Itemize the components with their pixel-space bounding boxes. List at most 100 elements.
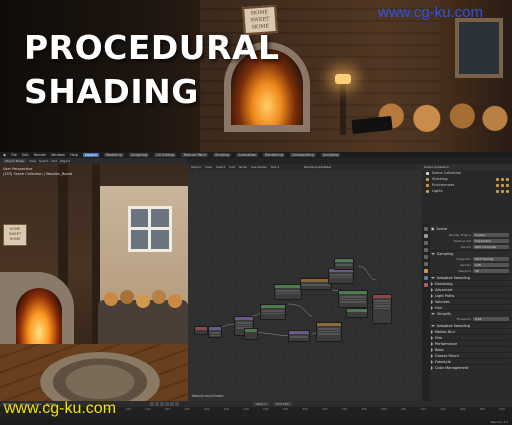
section-label: Advanced xyxy=(435,287,453,292)
section-label: Hair xyxy=(435,305,443,310)
section-label: Adaptive Sampling xyxy=(437,323,470,328)
tab-uv-editing[interactable]: UV Editing xyxy=(154,153,177,157)
world-tab-icon[interactable] xyxy=(424,262,428,266)
viewport-menu-view[interactable]: View xyxy=(29,159,36,163)
expand-triangle-icon xyxy=(431,252,435,255)
step-forward-icon[interactable] xyxy=(169,402,174,406)
blender-logo-icon[interactable]: ◉ xyxy=(3,153,6,157)
timeline-tick-label: 480 xyxy=(479,407,486,411)
shader-node[interactable] xyxy=(260,304,286,320)
material-tab-icon[interactable] xyxy=(424,283,428,287)
jump-end-icon[interactable] xyxy=(174,402,179,406)
field-label: Threshold xyxy=(456,317,471,321)
properties-tab-strip xyxy=(422,224,430,401)
feature-set-dropdown[interactable]: Supported xyxy=(473,239,509,243)
tab-scripting[interactable]: Scripting xyxy=(320,153,341,157)
properties-panel: ▣ Scene Render Engine Cycles Feature Set… xyxy=(422,224,512,401)
menu-help[interactable]: Help xyxy=(70,153,78,157)
step-back-icon[interactable] xyxy=(154,402,159,406)
node-header xyxy=(245,329,257,332)
field-value: 1 xyxy=(264,402,267,406)
shader-node[interactable] xyxy=(328,268,354,284)
timeline-tick-label: 120 xyxy=(125,407,131,411)
playback-controls xyxy=(149,402,179,406)
tab-animation[interactable]: Animation xyxy=(236,153,259,157)
status-bar: Blender 3.0 xyxy=(0,419,512,425)
shader-node[interactable] xyxy=(316,322,342,342)
outliner-row[interactable]: Lights xyxy=(422,188,512,194)
field-label: Device xyxy=(460,245,471,249)
hero-title-line2: SHADING xyxy=(24,72,199,111)
collapse-triangle-icon xyxy=(431,341,433,346)
shader-node[interactable] xyxy=(288,330,310,342)
timeline-tick-label: 440 xyxy=(440,407,446,411)
output-tab-icon[interactable] xyxy=(424,241,428,245)
device-dropdown[interactable]: GPU Compute xyxy=(473,245,509,249)
menu-render[interactable]: Render xyxy=(34,153,46,157)
render-engine-dropdown[interactable]: Cycles xyxy=(473,233,509,237)
window-render xyxy=(128,206,172,252)
viewport-menu-add[interactable]: Add xyxy=(51,159,57,163)
threshold-field[interactable]: 0.01 xyxy=(473,317,509,321)
section-label: Light Paths xyxy=(435,293,455,298)
pillow-render xyxy=(152,290,166,304)
tab-shading[interactable]: Shading xyxy=(213,153,232,157)
end-frame-field[interactable]: End 250 xyxy=(273,402,292,406)
tab-rendering[interactable]: Rendering xyxy=(263,153,285,157)
tab-texture-paint[interactable]: Texture Paint xyxy=(181,153,208,157)
play-reverse-icon[interactable] xyxy=(159,402,164,406)
field-label: Render Engine xyxy=(449,233,471,237)
object-tab-icon[interactable] xyxy=(424,269,428,273)
visibility-icons[interactable] xyxy=(496,183,509,187)
viewport-menu-select[interactable]: Select xyxy=(39,159,48,163)
collapse-triangle-icon xyxy=(431,305,433,310)
camera-icon: ▣ xyxy=(431,227,435,231)
object-mode-dropdown[interactable]: Object Mode xyxy=(3,159,26,163)
render-tab-icon[interactable] xyxy=(424,234,428,238)
tab-compositing[interactable]: Compositing xyxy=(289,153,316,157)
menu-window[interactable]: Window xyxy=(51,153,65,157)
outliner-item-label: Lights xyxy=(432,189,443,193)
menu-edit[interactable]: Edit xyxy=(22,153,29,157)
modifier-tab-icon[interactable] xyxy=(424,276,428,280)
jump-start-icon[interactable] xyxy=(149,402,154,406)
timeline-tick-label: 300 xyxy=(302,407,309,411)
field-label: Integrator xyxy=(455,257,471,261)
watermark-bottom: www.cg-ku.com xyxy=(4,400,117,417)
section-label: Freestyle xyxy=(435,359,451,364)
shader-node[interactable] xyxy=(334,258,354,270)
shader-node[interactable] xyxy=(244,328,258,340)
visibility-icons[interactable] xyxy=(496,189,509,193)
timeline-tick-label: 240 xyxy=(243,407,249,411)
collapse-triangle-icon xyxy=(431,365,433,370)
viewport-samples-field[interactable]: 32 xyxy=(473,269,509,273)
viewport-menu-object[interactable]: Object xyxy=(60,159,70,163)
3d-viewport[interactable]: HOME SWEET HOME User Perspective (453) S… xyxy=(0,164,188,401)
tab-sculpting[interactable]: Sculpting xyxy=(128,153,150,157)
tool-tab-icon[interactable] xyxy=(424,227,428,231)
scene-tab-icon[interactable] xyxy=(424,255,428,259)
visibility-icons[interactable] xyxy=(496,177,509,181)
shader-node[interactable] xyxy=(346,308,368,318)
field-label: Start xyxy=(255,402,264,406)
timeline-tick-label: 260 xyxy=(262,407,269,411)
tab-modeling[interactable]: Modeling xyxy=(103,153,124,157)
version-label: Blender 3.0 xyxy=(490,420,508,424)
shader-node[interactable] xyxy=(194,326,208,335)
material-output-node[interactable] xyxy=(372,294,392,324)
shader-node-editor[interactable]: Object View Select Add Node Use Nodes Sl… xyxy=(188,164,422,401)
render-samples-field[interactable]: 128 xyxy=(473,263,509,267)
tab-layout[interactable]: Layout xyxy=(82,153,99,157)
section-label: Simplify xyxy=(437,311,452,316)
section-color-management[interactable]: Color Management xyxy=(431,364,511,370)
shader-node[interactable] xyxy=(274,284,302,300)
start-frame-field[interactable]: Start 1 xyxy=(252,402,270,406)
shader-node[interactable] xyxy=(338,290,368,308)
shader-node[interactable] xyxy=(208,326,222,338)
view-layer-tab-icon[interactable] xyxy=(424,248,428,252)
integrator-dropdown[interactable]: Path Tracing xyxy=(473,257,509,261)
play-icon[interactable] xyxy=(164,402,169,406)
menu-file[interactable]: File xyxy=(11,153,17,157)
timeline-tick-label: 200 xyxy=(203,407,210,411)
section-label: Adaptive Sampling xyxy=(437,275,470,280)
